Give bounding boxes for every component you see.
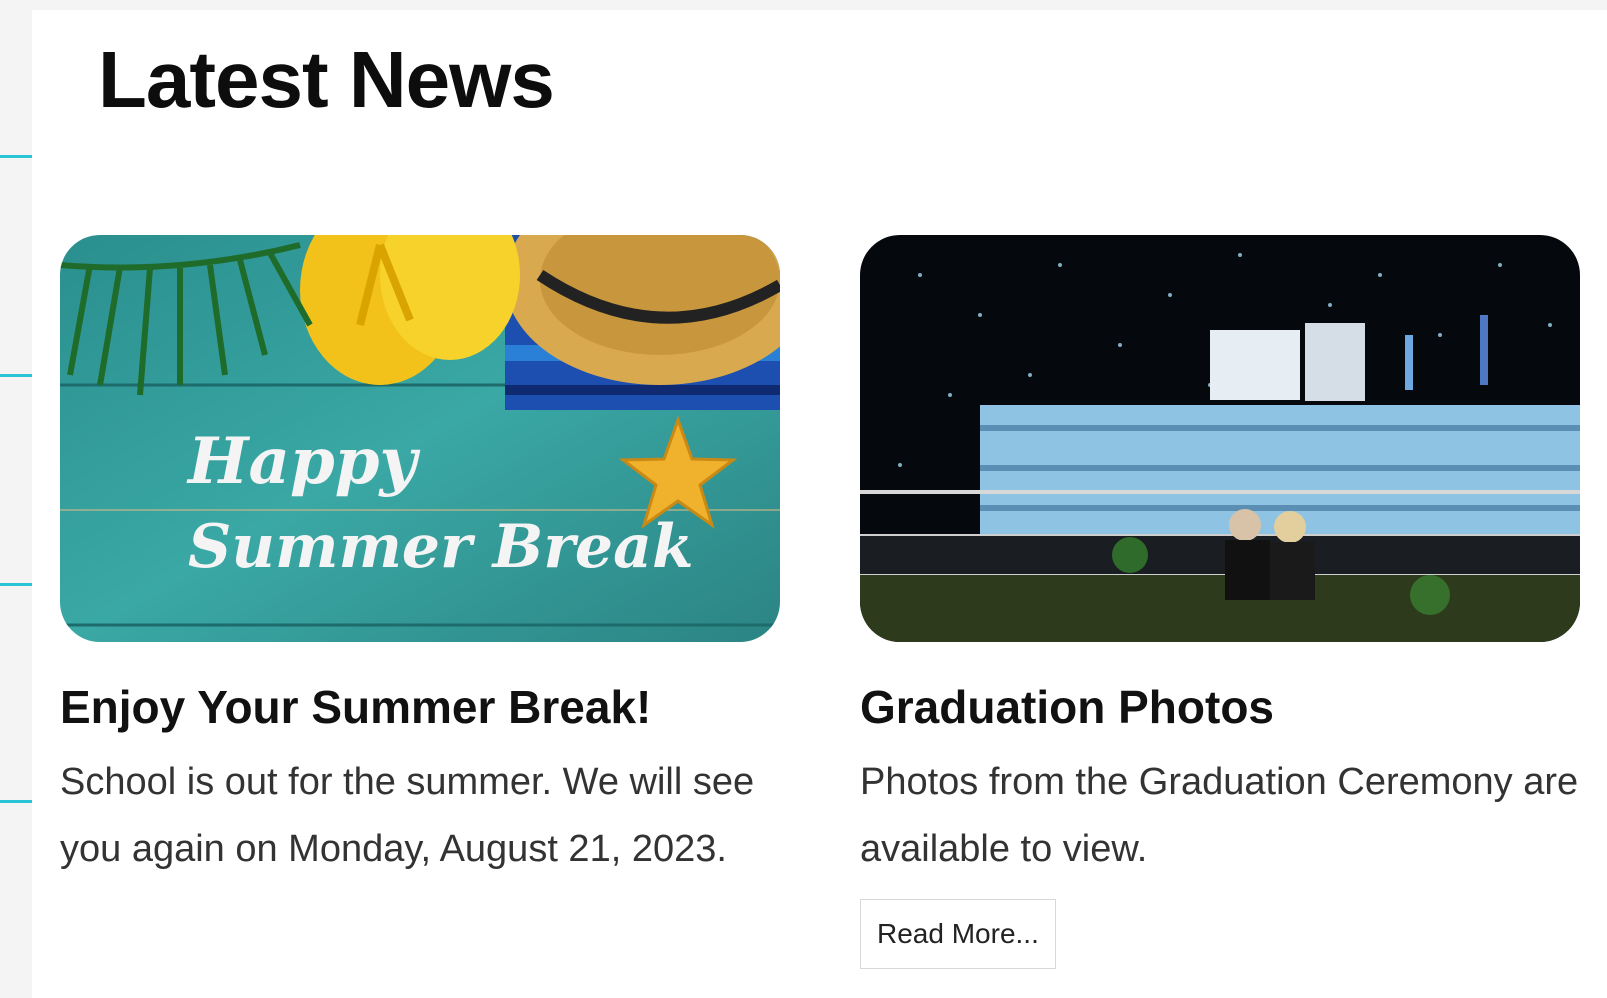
article-description: School is out for the summer. We will se… (60, 761, 755, 871)
news-card-summer-break: Happy Summer Break Enjoy Your Summer Bre… (60, 235, 780, 883)
accent-divider (0, 155, 32, 158)
accent-divider (0, 800, 32, 803)
graduation-image[interactable] (860, 235, 1580, 642)
left-gutter (0, 0, 32, 998)
accent-divider (0, 583, 32, 586)
accent-divider (0, 374, 32, 377)
read-more-button[interactable]: Read More... (860, 899, 1056, 970)
article-title[interactable]: Graduation Photos (860, 680, 1580, 735)
image-caption-line1: Happy (186, 424, 420, 499)
news-section: Latest News Happy Summer Break Enjoy You… (32, 10, 1607, 998)
section-title: Latest News (98, 35, 555, 124)
image-caption-line2: Summer Break (188, 512, 694, 582)
article-description: Photos from the Graduation Ceremony are … (860, 761, 1579, 871)
news-card-graduation: Graduation Photos Photos from the Gradua… (860, 235, 1580, 970)
summer-break-image[interactable]: Happy Summer Break (60, 235, 780, 642)
article-title[interactable]: Enjoy Your Summer Break! (60, 680, 780, 735)
page: Latest News Happy Summer Break Enjoy You… (0, 0, 1607, 998)
